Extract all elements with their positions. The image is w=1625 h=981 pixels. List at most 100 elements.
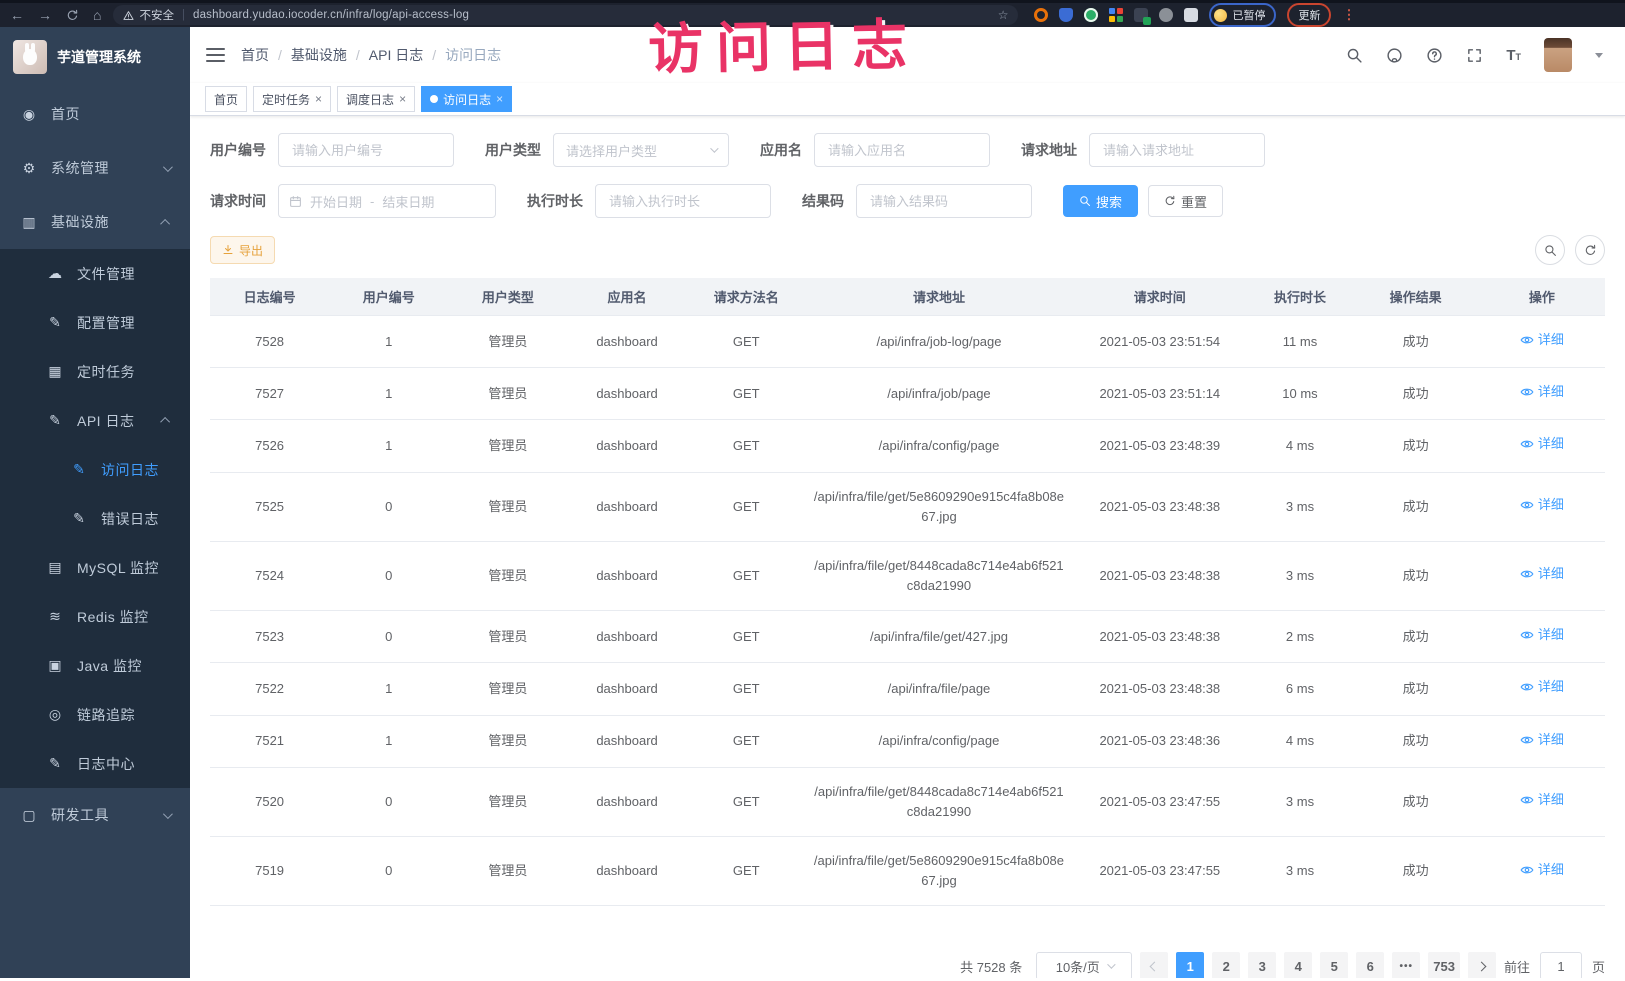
goto-page-input[interactable] [1540,952,1582,978]
detail-link[interactable]: 详细 [1520,677,1564,697]
search-icon [1544,244,1557,257]
sidebar-item-home[interactable]: ◉ 首页 [0,87,190,141]
close-icon[interactable]: × [496,93,503,105]
extension-icon-dark[interactable] [1134,8,1148,22]
detail-link[interactable]: 详细 [1520,730,1564,750]
detail-link[interactable]: 详细 [1520,330,1564,350]
detail-link[interactable]: 详细 [1520,625,1564,645]
time-cell: 2021-05-03 23:48:38 [1072,611,1247,663]
github-icon[interactable] [1386,47,1403,64]
browser-update-button[interactable]: 更新 [1287,3,1331,27]
sidebar-item-error-log[interactable]: ✎ 错误日志 [0,494,190,543]
detail-link[interactable]: 详细 [1520,790,1564,810]
sidebar-item-config-management[interactable]: ✎ 配置管理 [0,298,190,347]
detail-link[interactable]: 详细 [1520,860,1564,880]
user-id-cell: 0 [329,767,448,836]
address-bar[interactable]: 不安全 | dashboard.yudao.iocoder.cn/infra/l… [113,5,1018,25]
user-id-cell: 0 [329,472,448,541]
close-icon[interactable]: × [315,93,322,105]
extension-icon-orange[interactable] [1034,8,1048,22]
more-pages-button[interactable]: ••• [1392,952,1420,978]
extension-icon-grey[interactable] [1159,8,1173,22]
reset-button[interactable]: 重置 [1148,185,1223,217]
request-time-range-picker[interactable]: 开始日期 - 结束日期 [278,184,496,218]
breadcrumb-home[interactable]: 首页 [241,45,269,65]
avatar-caret-icon[interactable] [1595,53,1603,58]
breadcrumb-infrastructure[interactable]: 基础设施 [291,45,347,65]
result-cell: 成功 [1353,663,1479,715]
method-cell: GET [687,767,806,836]
extension-icon-green[interactable] [1084,8,1098,22]
extension-icon-grid[interactable] [1109,8,1123,22]
sidebar-item-file-management[interactable]: ☁ 文件管理 [0,249,190,298]
extension-icon-puzzle[interactable] [1184,8,1198,22]
tab-home[interactable]: 首页 [205,86,247,112]
fullscreen-icon[interactable] [1466,47,1483,64]
sidebar-item-dev-tools[interactable]: ▢ 研发工具 [0,788,190,842]
font-size-icon[interactable]: TT [1506,47,1521,64]
sidebar-item-link-trace[interactable]: ◎ 链路追踪 [0,690,190,739]
user-id-label: 用户编号 [210,140,266,160]
action-cell: 详细 [1479,368,1605,420]
page-button-3[interactable]: 3 [1248,952,1276,978]
tab-scheduled-tasks[interactable]: 定时任务 × [253,86,331,112]
close-icon[interactable]: × [399,93,406,105]
app-name-cell: dashboard [567,541,686,610]
browser-menu-icon[interactable]: ⋮ [1342,7,1355,23]
extension-icon-shield[interactable] [1059,8,1073,22]
refresh-button[interactable] [1575,235,1605,265]
user-type-cell: 管理员 [448,368,567,420]
browser-reload-icon[interactable] [66,9,79,22]
browser-back-icon[interactable]: ← [10,8,24,22]
duration-input[interactable] [595,184,771,218]
col-header-request-url: 请求地址 [806,278,1072,316]
request-url-input[interactable] [1089,133,1265,167]
page-button-753[interactable]: 753 [1428,952,1460,978]
user-id-input[interactable] [278,133,454,167]
sidebar-item-infrastructure[interactable]: ▥ 基础设施 [0,195,190,249]
browser-home-icon[interactable]: ⌂ [93,8,101,22]
page-size-select[interactable]: 10条/页 [1036,952,1132,978]
tab-access-log[interactable]: 访问日志 × [421,86,512,112]
sidebar-item-redis-monitor[interactable]: ≋ Redis 监控 [0,592,190,641]
sidebar-item-mysql-monitor[interactable]: ▤ MySQL 监控 [0,543,190,592]
sidebar-item-access-log[interactable]: ✎ 访问日志 [0,445,190,494]
search-icon[interactable] [1346,47,1363,64]
hamburger-icon[interactable] [206,48,225,62]
detail-link[interactable]: 详细 [1520,495,1564,515]
page-button-6[interactable]: 6 [1356,952,1384,978]
breadcrumb-api-log[interactable]: API 日志 [369,45,423,65]
pagination: 共 7528 条 10条/页 1 2 3 4 5 6 ••• 753 前往 页 [210,952,1605,978]
sidebar-item-scheduled-tasks[interactable]: ▦ 定时任务 [0,347,190,396]
screen: ← → ⌂ 不安全 | dashboard.yudao.iocoder.cn/i… [0,0,1625,981]
help-icon[interactable] [1426,47,1443,64]
app-logo-row[interactable]: 芋道管理系统 [0,27,190,87]
bookmark-star-icon[interactable]: ☆ [998,8,1009,22]
sidebar-item-log-center[interactable]: ✎ 日志中心 [0,739,190,788]
page-button-1[interactable]: 1 [1176,952,1204,978]
security-warning[interactable]: 不安全 [123,7,174,23]
export-button[interactable]: 导出 [210,236,275,264]
app-name-input[interactable] [814,133,990,167]
detail-link[interactable]: 详细 [1520,434,1564,454]
detail-link[interactable]: 详细 [1520,564,1564,584]
user-avatar[interactable] [1544,38,1572,72]
search-button[interactable]: 搜索 [1063,185,1138,217]
page-button-5[interactable]: 5 [1320,952,1348,978]
result-code-input[interactable] [856,184,1032,218]
browser-forward-icon[interactable]: → [38,8,52,22]
sidebar-item-system-management[interactable]: ⚙ 系统管理 [0,141,190,195]
profile-paused-badge[interactable]: 已暂停 [1209,3,1276,27]
detail-link[interactable]: 详细 [1520,382,1564,402]
toggle-search-button[interactable] [1535,235,1565,265]
next-page-button[interactable] [1468,952,1496,978]
tab-schedule-log[interactable]: 调度日志 × [337,86,415,112]
sidebar-item-java-monitor[interactable]: ▣ Java 监控 [0,641,190,690]
table-row: 7519 0 管理员 dashboard GET /api/infra/file… [210,837,1605,906]
sidebar-item-api-log[interactable]: ✎ API 日志 [0,396,190,445]
page-button-4[interactable]: 4 [1284,952,1312,978]
prev-page-button[interactable] [1140,952,1168,978]
user-type-select[interactable]: 请选择用户类型 [553,133,729,167]
page-button-2[interactable]: 2 [1212,952,1240,978]
tab-label: 访问日志 [443,91,491,108]
